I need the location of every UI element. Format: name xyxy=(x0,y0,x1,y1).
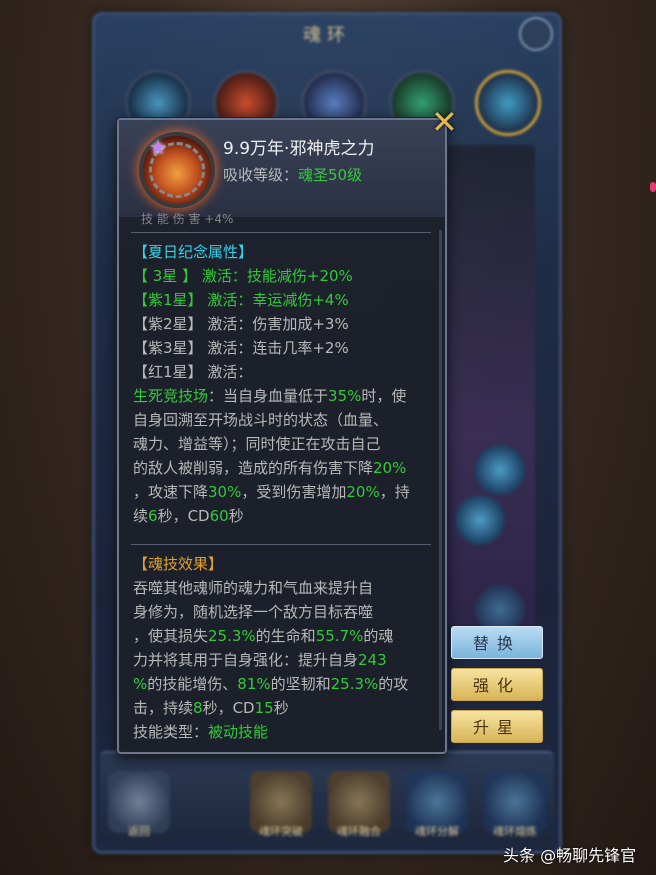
display-orb-2 xyxy=(455,495,505,545)
summer-line-4: 【紫3星】 激活：连击几率+2% xyxy=(133,339,349,357)
bottom-menu-bar: 返回 魂环突破 魂环融合 魂环分解 魂环熔炼 xyxy=(100,751,554,843)
notification-dot xyxy=(650,182,656,192)
arena-line-1: 生死竞技场：当自身血量低于35%时，使 xyxy=(133,387,407,405)
arena-line-2: 自身回溯至开场战斗时的状态（血量、 xyxy=(133,411,389,429)
summer-line-5: 【红1星】 激活： xyxy=(133,363,253,381)
fusion-label: 魂环融合 xyxy=(337,825,381,838)
decompose-label: 魂环分解 xyxy=(415,825,459,838)
skill-effects: 【魂技效果】 吞噬其他魂师的魂力和气血来提升自 身修为，随机选择一个敌方目标吞噬… xyxy=(133,552,438,744)
skill-line-6: 击，持续8秒，CD15秒 xyxy=(133,699,289,717)
skill-line-3: ，使其损失25.3%的生命和55.7%的魂 xyxy=(133,627,394,645)
divider-2 xyxy=(131,544,431,545)
summer-title: 【夏日纪念属性】 xyxy=(133,243,254,261)
breakthrough-label: 魂环突破 xyxy=(259,825,303,838)
replace-button[interactable]: 替换 xyxy=(451,626,543,659)
arena-line-5: ，攻速下降30%，受到伤害增加20%，持 xyxy=(133,483,410,501)
skill-line-2: 身修为，随机选择一个敌方目标吞噬 xyxy=(133,603,374,621)
skill-title: 【魂技效果】 xyxy=(133,555,224,573)
ring-detail-popup: ★ 9.9万年·邪神虎之力 吸收等级：魂圣50级 技 能 伤 害 +4% ✕ 【… xyxy=(117,106,458,754)
divider-1 xyxy=(131,232,431,233)
absorb-value: 魂圣50级 xyxy=(298,166,363,184)
absorb-level: 吸收等级：魂圣50级 xyxy=(223,164,362,185)
summer-line-1: 【 3星 】 激活：技能减伤+20% xyxy=(133,267,353,285)
summer-line-3: 【紫2星】 激活：伤害加成+3% xyxy=(133,315,349,333)
skill-line-5: %的技能增伤、81%的坚韧和25.3%的攻 xyxy=(133,675,409,693)
arena-line-4: 的敌人被削弱，造成的所有伤害下降20% xyxy=(133,459,407,477)
arena-line-6: 续6秒，CD60秒 xyxy=(133,507,244,525)
purple-star-icon: ★ xyxy=(149,135,167,159)
absorb-label: 吸收等级： xyxy=(223,166,299,184)
display-orb-1 xyxy=(475,445,525,495)
ring-name: 9.9万年·邪神虎之力 xyxy=(223,139,375,159)
back-label: 返回 xyxy=(128,825,150,838)
skill-line-4: 力并将其用于自身强化：提升自身243 xyxy=(133,651,387,669)
popup-header: ★ 9.9万年·邪神虎之力 吸收等级：魂圣50级 xyxy=(119,120,445,217)
enhance-button[interactable]: 强化 xyxy=(451,668,543,701)
upgrade-star-button[interactable]: 升星 xyxy=(451,710,543,743)
smelt-label: 魂环熔炼 xyxy=(493,825,537,838)
close-icon[interactable]: ✕ xyxy=(431,106,458,138)
skill-line-1: 吞噬其他魂师的魂力和气血来提升自 xyxy=(133,579,374,597)
arena-line-3: 魂力、增益等）；同时使正在攻击自己 xyxy=(133,435,381,453)
skill-type: 技能类型：被动技能 xyxy=(133,723,269,741)
clipped-attribute-line: 技 能 伤 害 +4% xyxy=(141,212,234,226)
watermark: 头条 @畅聊先锋官 xyxy=(503,846,637,865)
ring-slot-5[interactable] xyxy=(475,70,541,136)
summer-line-2: 【紫1星】 激活：幸运减伤+4% xyxy=(133,291,349,309)
summer-attributes: 【夏日纪念属性】 【 3星 】 激活：技能减伤+20% 【紫1星】 激活：幸运减… xyxy=(133,240,438,528)
panel-close-icon[interactable] xyxy=(519,17,553,51)
popup-scrollbar[interactable] xyxy=(439,230,442,730)
panel-title: 魂环 xyxy=(303,25,351,46)
ring-display-area xyxy=(445,145,535,635)
